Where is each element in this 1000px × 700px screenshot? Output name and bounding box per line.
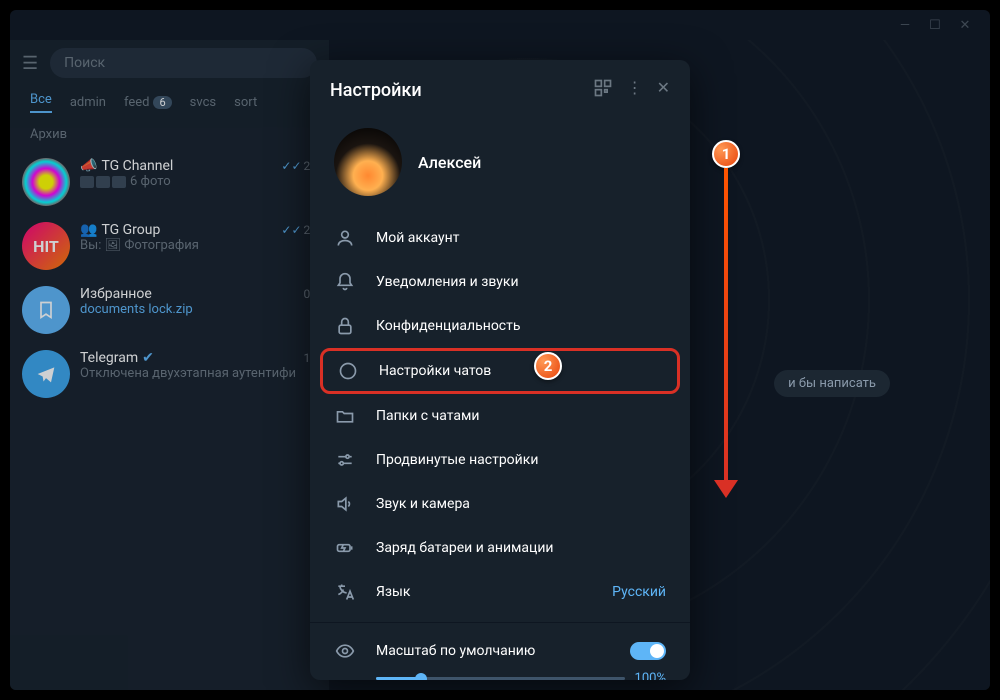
profile-row[interactable]: Алексей bbox=[310, 120, 690, 216]
chat-preview: 6 фото bbox=[80, 174, 317, 189]
tab-svcs[interactable]: svcs bbox=[190, 92, 216, 113]
settings-item-chat-settings[interactable]: Настройки чатов bbox=[323, 351, 677, 391]
avatar: HIT bbox=[22, 222, 70, 270]
settings-item-account[interactable]: Мой аккаунт bbox=[310, 216, 690, 260]
search-input[interactable]: Поиск bbox=[50, 48, 317, 78]
settings-label: Конфиденциальность bbox=[376, 318, 666, 334]
avatar bbox=[22, 158, 70, 206]
speaker-icon bbox=[334, 494, 356, 514]
tab-feed[interactable]: feed 6 bbox=[124, 92, 172, 113]
tab-admin[interactable]: admin bbox=[70, 92, 106, 113]
annotation-arrow-head bbox=[714, 480, 738, 498]
chat-info: 👥 TG Group ✓✓29 Вы: 🖼 Фотография bbox=[80, 222, 317, 270]
settings-label: Язык bbox=[376, 584, 592, 600]
tab-feed-badge: 6 bbox=[153, 96, 171, 109]
chat-item-channel[interactable]: 📣 TG Channel ✓✓29 6 фото bbox=[10, 150, 329, 214]
slider-thumb[interactable] bbox=[415, 673, 427, 681]
sidebar: ☰ Поиск Все admin feed 6 svcs sort Архив… bbox=[10, 40, 330, 690]
settings-item-privacy[interactable]: Конфиденциальность bbox=[310, 304, 690, 348]
archive-label: Архив bbox=[10, 119, 329, 150]
user-icon bbox=[334, 228, 356, 248]
chat-name: 👥 TG Group bbox=[80, 222, 160, 238]
settings-label: Мой аккаунт bbox=[376, 230, 666, 246]
battery-icon bbox=[334, 538, 356, 558]
divider bbox=[310, 622, 690, 623]
profile-name: Алексей bbox=[418, 153, 481, 172]
close-window-button[interactable]: ✕ bbox=[950, 18, 980, 33]
chat-item-group[interactable]: HIT 👥 TG Group ✓✓29 Вы: 🖼 Фотография bbox=[10, 214, 329, 278]
chat-info: Избранное 01 documents lock.zip bbox=[80, 286, 317, 334]
annotation-step-2: 2 bbox=[534, 352, 562, 380]
sliders-icon bbox=[334, 450, 356, 470]
chat-name: 📣 TG Channel bbox=[80, 158, 173, 174]
scale-value: 100% bbox=[635, 671, 666, 680]
settings-label: Папки с чатами bbox=[376, 408, 666, 424]
annotation-step-1: 1 bbox=[712, 140, 740, 168]
settings-item-notifications[interactable]: Уведомления и звуки bbox=[310, 260, 690, 304]
tab-sort[interactable]: sort bbox=[234, 92, 257, 113]
lock-icon bbox=[334, 316, 356, 336]
scale-slider-row: 100% bbox=[310, 665, 690, 680]
settings-label: Уведомления и звуки bbox=[376, 274, 666, 290]
chat-preview: Вы: 🖼 Фотография bbox=[80, 238, 317, 253]
menu-icon[interactable]: ☰ bbox=[22, 53, 38, 74]
settings-item-sound-camera[interactable]: Звук и камера bbox=[310, 482, 690, 526]
scale-slider[interactable] bbox=[376, 677, 625, 680]
settings-label: Настройки чатов bbox=[379, 363, 663, 379]
chat-name: Telegram ✔ bbox=[80, 350, 154, 366]
settings-item-language[interactable]: Язык Русский bbox=[310, 570, 690, 614]
annotation-arrow bbox=[724, 168, 728, 488]
chat-icon bbox=[337, 361, 359, 381]
close-icon[interactable]: ✕ bbox=[657, 78, 670, 102]
modal-title: Настройки bbox=[330, 80, 422, 101]
minimize-button[interactable]: — bbox=[890, 18, 920, 33]
qr-icon[interactable] bbox=[593, 78, 613, 102]
bell-icon bbox=[334, 272, 356, 292]
highlight-chat-settings: Настройки чатов bbox=[320, 348, 680, 394]
telegram-icon bbox=[22, 350, 70, 398]
sidebar-header: ☰ Поиск bbox=[10, 40, 329, 86]
modal-actions: ⋮ ✕ bbox=[593, 78, 670, 102]
settings-item-folders[interactable]: Папки с чатами bbox=[310, 394, 690, 438]
settings-item-battery[interactable]: Заряд батареи и анимации bbox=[310, 526, 690, 570]
empty-chat-hint: и бы написать bbox=[774, 370, 890, 397]
chat-name: Избранное bbox=[80, 286, 152, 302]
profile-avatar bbox=[334, 128, 402, 196]
folder-icon bbox=[334, 406, 356, 426]
tab-all[interactable]: Все bbox=[30, 92, 52, 113]
settings-label: Заряд батареи и анимации bbox=[376, 540, 666, 556]
eye-icon bbox=[334, 641, 356, 661]
scale-label: Масштаб по умолчанию bbox=[376, 643, 610, 659]
scale-toggle[interactable] bbox=[630, 642, 666, 660]
settings-label: Звук и камера bbox=[376, 496, 666, 512]
settings-modal: Настройки ⋮ ✕ Алексей Мой аккаунт Уведом… bbox=[310, 60, 690, 680]
maximize-button[interactable]: ☐ bbox=[920, 18, 950, 33]
modal-header: Настройки ⋮ ✕ bbox=[310, 60, 690, 120]
settings-list: Мой аккаунт Уведомления и звуки Конфиден… bbox=[310, 216, 690, 680]
bookmark-icon bbox=[22, 286, 70, 334]
chat-item-saved[interactable]: Избранное 01 documents lock.zip bbox=[10, 278, 329, 342]
chat-info: 📣 TG Channel ✓✓29 6 фото bbox=[80, 158, 317, 206]
language-icon bbox=[334, 582, 356, 602]
chat-item-telegram[interactable]: Telegram ✔ 13 Отключена двухэтапная ауте… bbox=[10, 342, 329, 406]
settings-item-scale: Масштаб по умолчанию bbox=[310, 631, 690, 665]
more-icon[interactable]: ⋮ bbox=[627, 78, 643, 102]
language-value: Русский bbox=[612, 584, 666, 600]
tab-feed-label: feed bbox=[124, 95, 150, 110]
chat-info: Telegram ✔ 13 Отключена двухэтапная ауте… bbox=[80, 350, 317, 398]
settings-item-advanced[interactable]: Продвинутые настройки bbox=[310, 438, 690, 482]
folder-tabs: Все admin feed 6 svcs sort bbox=[10, 86, 329, 119]
chat-preview: documents lock.zip bbox=[80, 302, 317, 317]
settings-label: Продвинутые настройки bbox=[376, 452, 666, 468]
chat-preview: Отключена двухэтапная аутентифи bbox=[80, 366, 317, 381]
titlebar: — ☐ ✕ bbox=[10, 10, 990, 40]
